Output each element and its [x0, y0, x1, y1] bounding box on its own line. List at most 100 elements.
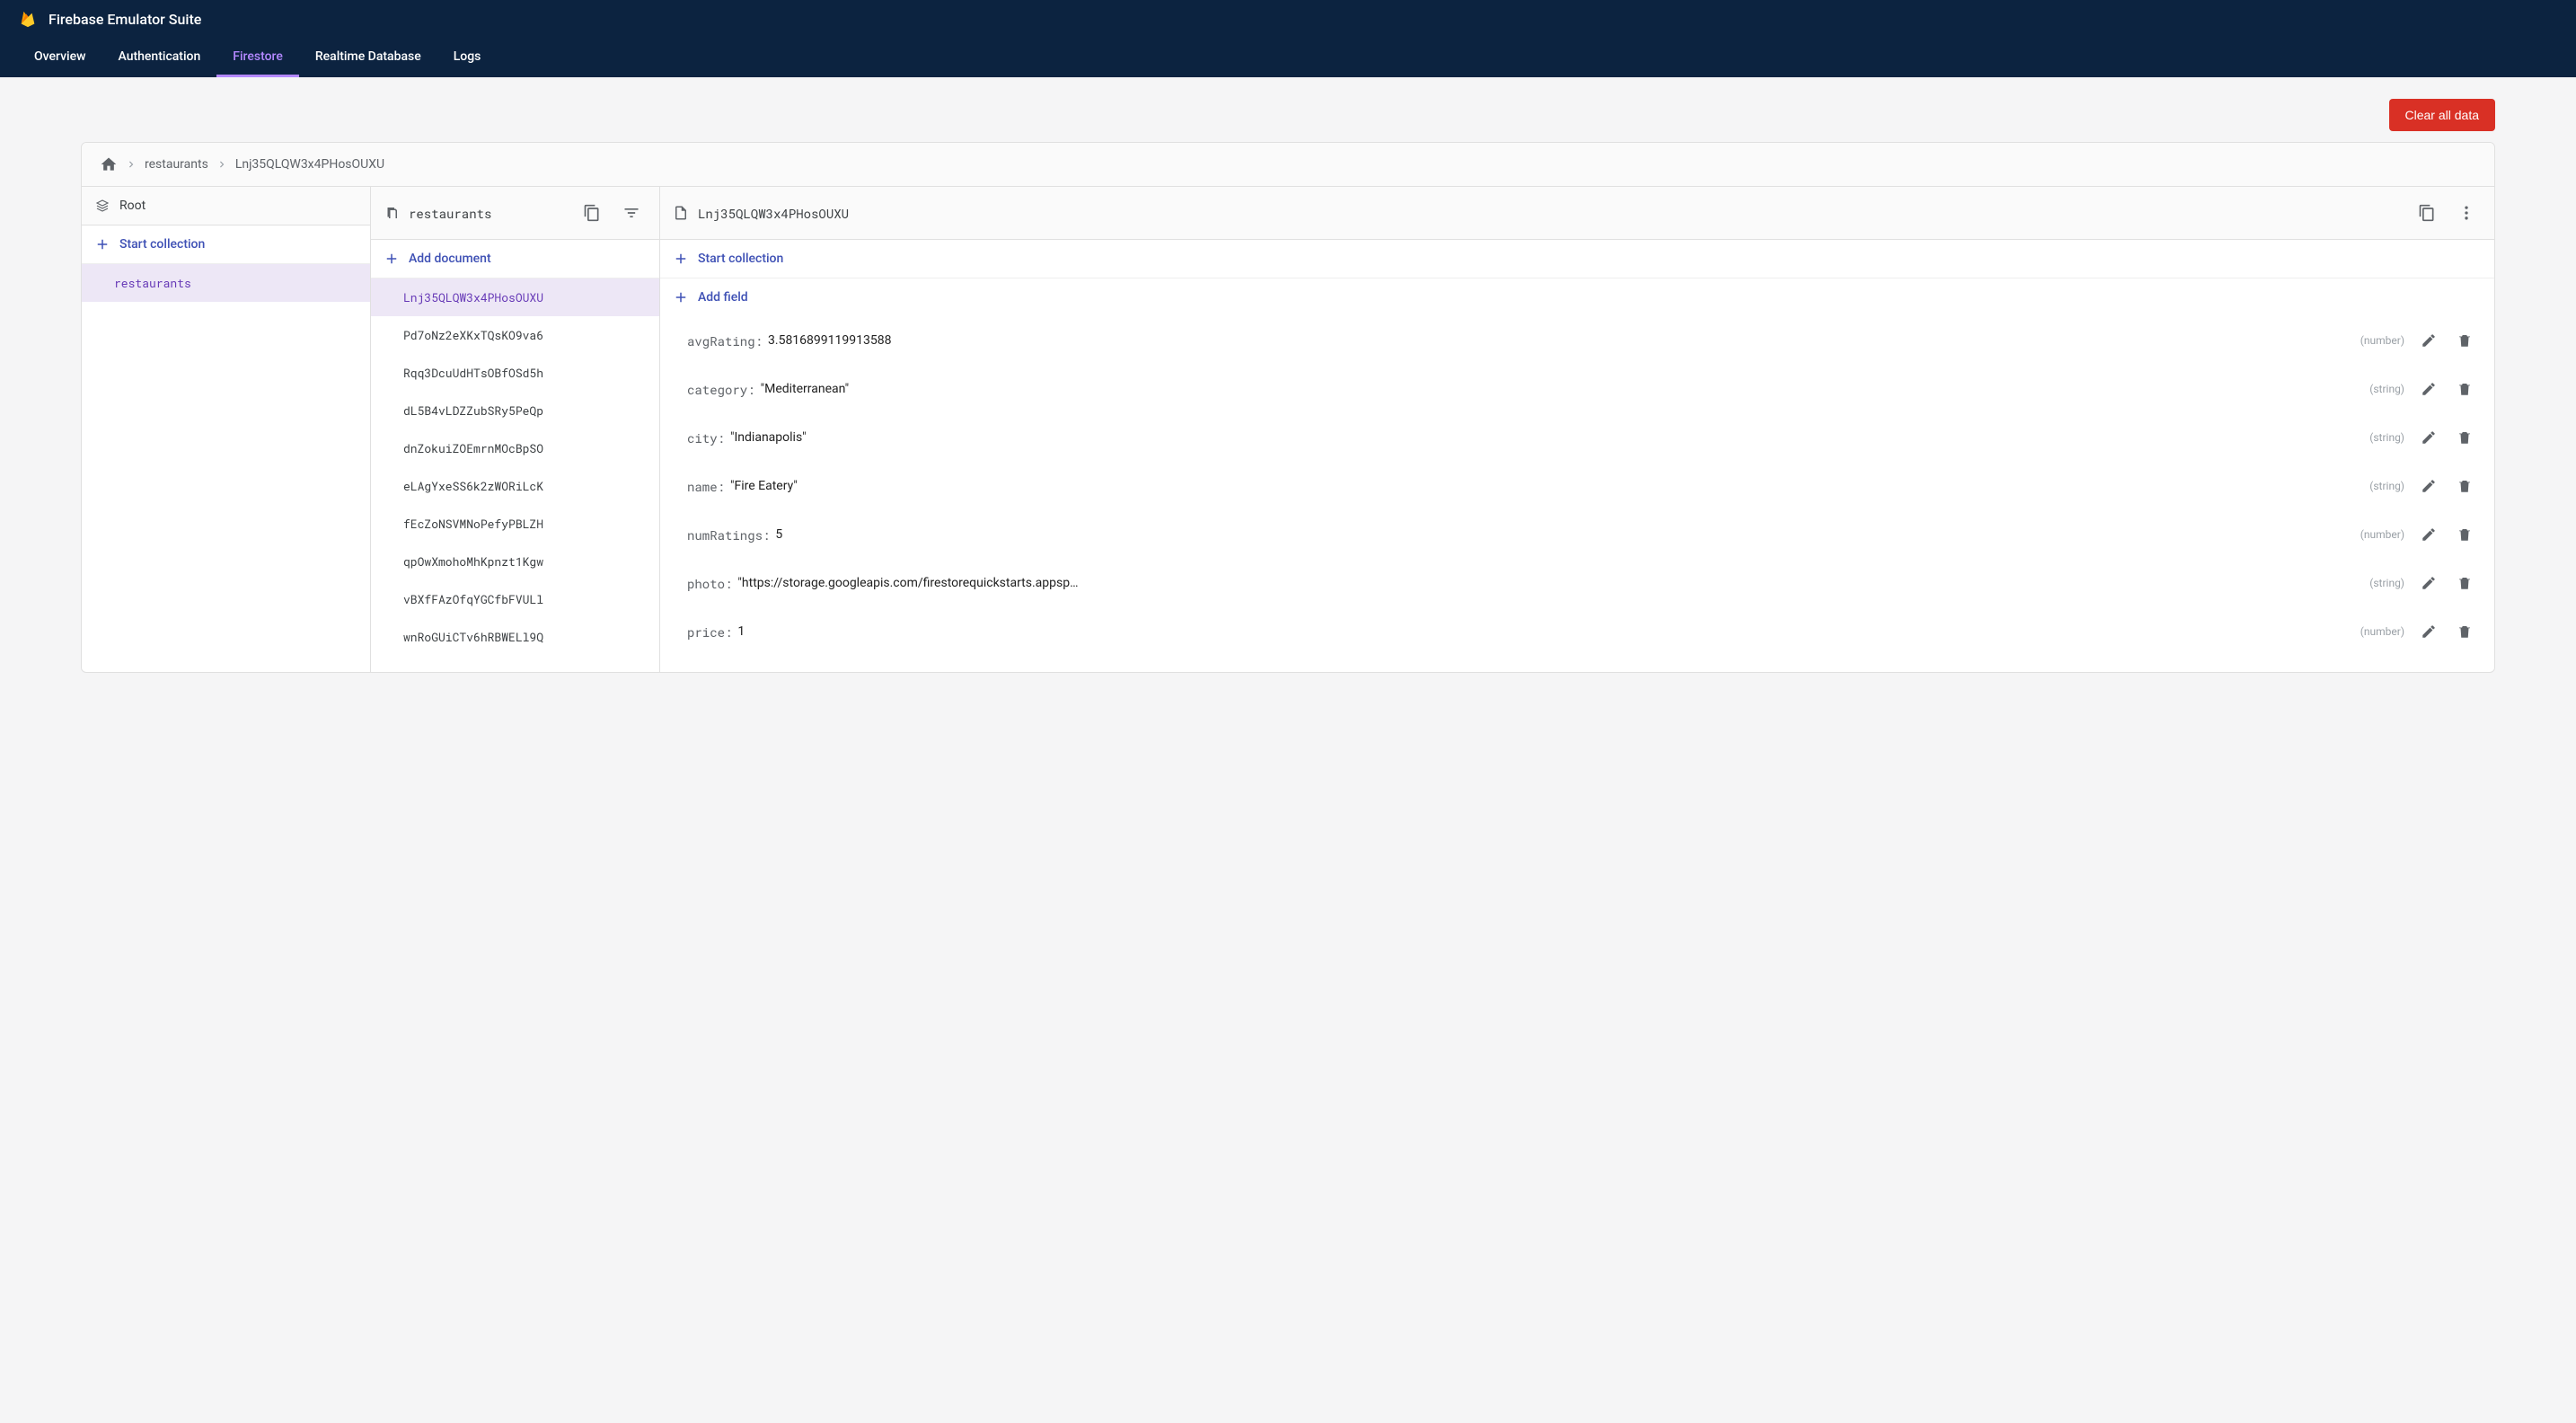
- field-row: name: "Fire Eatery" (string): [660, 462, 2494, 510]
- nav-tab-firestore[interactable]: Firestore: [216, 38, 299, 77]
- field-type: (string): [2369, 383, 2404, 395]
- add-document-label: Add document: [409, 252, 491, 266]
- document-item[interactable]: qpOwXmohoMhKpnzt1Kgw: [371, 543, 659, 580]
- copy-icon[interactable]: [2412, 198, 2442, 228]
- collection-column: restaurants Add document Lnj35QLQW3x4PHo…: [371, 187, 660, 672]
- plus-icon: [384, 251, 400, 267]
- document-id-label: Lnj35QLQW3x4PHosOUXU: [698, 205, 2403, 222]
- app-title: Firebase Emulator Suite: [49, 11, 201, 28]
- field-type: (string): [2369, 577, 2404, 589]
- home-icon[interactable]: [100, 155, 118, 173]
- nav-tab-overview[interactable]: Overview: [18, 38, 101, 77]
- root-column: Root Start collection restaurants: [82, 187, 371, 672]
- add-document-button[interactable]: Add document: [371, 240, 659, 278]
- field-value: 1: [737, 624, 745, 639]
- edit-icon[interactable]: [2413, 616, 2444, 647]
- collection-item[interactable]: restaurants: [82, 264, 370, 302]
- document-column: Lnj35QLQW3x4PHosOUXU Start collection Ad: [660, 187, 2494, 672]
- field-value: "Mediterranean": [761, 382, 850, 396]
- delete-icon[interactable]: [2449, 471, 2480, 501]
- field-row: numRatings: 5 (number): [660, 510, 2494, 559]
- copy-icon[interactable]: [577, 198, 607, 228]
- delete-icon[interactable]: [2449, 519, 2480, 550]
- delete-icon[interactable]: [2449, 422, 2480, 453]
- field-type: (number): [2360, 528, 2404, 541]
- document-column-header: Lnj35QLQW3x4PHosOUXU: [660, 187, 2494, 240]
- firestore-panel: restaurants Lnj35QLQW3x4PHosOUXU Root St…: [81, 142, 2495, 673]
- field-value: "Fire Eatery": [730, 479, 798, 493]
- document-item[interactable]: fEcZoNSVMNoPefyPBLZH: [371, 505, 659, 543]
- field-row: avgRating: 3.5816899119913588 (number): [660, 316, 2494, 365]
- root-column-header: Root: [82, 187, 370, 225]
- field-type: (string): [2369, 480, 2404, 492]
- start-collection-button[interactable]: Start collection: [660, 240, 2494, 278]
- document-item[interactable]: wnRoGUiCTv6hRBWELl9Q: [371, 618, 659, 656]
- document-item[interactable]: Lnj35QLQW3x4PHosOUXU: [371, 278, 659, 316]
- nav-tab-realtime-database[interactable]: Realtime Database: [299, 38, 437, 77]
- plus-icon: [673, 251, 689, 267]
- field-value: 5: [775, 527, 782, 542]
- nav-tabs: OverviewAuthenticationFirestoreRealtime …: [18, 38, 2558, 77]
- document-item[interactable]: Rqq3DcuUdHTsOBfOSd5h: [371, 354, 659, 392]
- edit-icon[interactable]: [2413, 471, 2444, 501]
- edit-icon[interactable]: [2413, 325, 2444, 356]
- start-collection-label: Start collection: [698, 252, 783, 266]
- delete-icon[interactable]: [2449, 568, 2480, 598]
- nav-tab-logs[interactable]: Logs: [437, 38, 498, 77]
- collection-column-header: restaurants: [371, 187, 659, 240]
- document-item[interactable]: dL5B4vLDZZubSRy5PeQp: [371, 392, 659, 429]
- field-key: price:: [687, 623, 732, 641]
- header-top: Firebase Emulator Suite: [18, 0, 2558, 38]
- field-value: 3.5816899119913588: [768, 333, 891, 348]
- edit-icon[interactable]: [2413, 374, 2444, 404]
- plus-icon: [673, 289, 689, 305]
- plus-icon: [94, 236, 110, 252]
- delete-icon[interactable]: [2449, 616, 2480, 647]
- field-key: photo:: [687, 575, 732, 592]
- field-row: city:"Indianapolis"(string): [660, 413, 2494, 462]
- field-key: avgRating:: [687, 332, 763, 349]
- breadcrumb-document[interactable]: Lnj35QLQW3x4PHosOUXU: [235, 157, 384, 172]
- edit-icon[interactable]: [2413, 519, 2444, 550]
- clear-all-button[interactable]: Clear all data: [2389, 99, 2496, 131]
- firebase-logo-icon: [18, 9, 38, 29]
- collection-icon: [384, 205, 400, 221]
- field-type: (number): [2360, 334, 2404, 347]
- document-icon: [673, 205, 689, 221]
- start-collection-button[interactable]: Start collection: [82, 225, 370, 264]
- field-type: (string): [2369, 431, 2404, 444]
- add-field-label: Add field: [698, 290, 748, 305]
- delete-icon[interactable]: [2449, 374, 2480, 404]
- delete-icon[interactable]: [2449, 325, 2480, 356]
- field-key: category:: [687, 381, 755, 398]
- field-value: "https://storage.googleapis.com/firestor…: [737, 576, 1079, 590]
- root-label: Root: [119, 199, 357, 213]
- field-key: name:: [687, 478, 725, 495]
- more-vert-icon[interactable]: [2451, 198, 2482, 228]
- field-key: numRatings:: [687, 526, 770, 544]
- breadcrumb-collection[interactable]: restaurants: [145, 157, 208, 172]
- columns: Root Start collection restaurants restau…: [82, 187, 2494, 672]
- field-row: category: "Mediterranean" (string): [660, 365, 2494, 413]
- document-item[interactable]: dnZokuiZOEmrnMOcBpSO: [371, 429, 659, 467]
- add-field-button[interactable]: Add field: [660, 278, 2494, 316]
- nav-tab-authentication[interactable]: Authentication: [101, 38, 216, 77]
- field-value: "Indianapolis": [730, 430, 807, 445]
- document-item[interactable]: eLAgYxeSS6k2zWORiLcK: [371, 467, 659, 505]
- document-item[interactable]: vBXfFAzOfqYGCfbFVULl: [371, 580, 659, 618]
- app-header: Firebase Emulator Suite OverviewAuthenti…: [0, 0, 2576, 77]
- collection-label: restaurants: [409, 205, 568, 222]
- field-type: (number): [2360, 625, 2404, 638]
- edit-icon[interactable]: [2413, 422, 2444, 453]
- toolbar: Clear all data: [0, 77, 2576, 142]
- filter-icon[interactable]: [616, 198, 647, 228]
- breadcrumb: restaurants Lnj35QLQW3x4PHosOUXU: [82, 143, 2494, 187]
- start-collection-label: Start collection: [119, 237, 205, 252]
- edit-icon[interactable]: [2413, 568, 2444, 598]
- field-row: price: 1 (number): [660, 607, 2494, 656]
- database-icon: [94, 198, 110, 214]
- field-row: photo: "https://storage.googleapis.com/fi…: [660, 559, 2494, 607]
- document-item[interactable]: Pd7oNz2eXKxTQsKO9va6: [371, 316, 659, 354]
- chevron-right-icon: [216, 158, 228, 171]
- chevron-right-icon: [125, 158, 137, 171]
